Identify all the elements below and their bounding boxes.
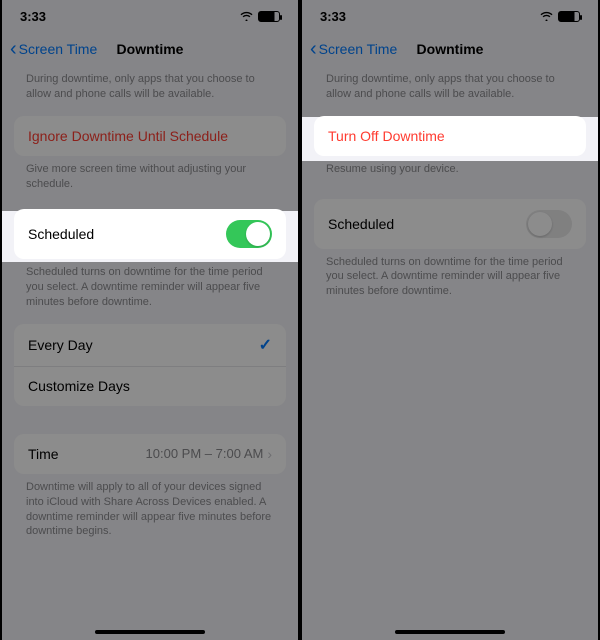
phone-right: 3:33 ‹ Screen Time Downtime During downt… <box>300 0 600 640</box>
home-indicator[interactable] <box>395 630 505 634</box>
turnoff-label: Turn Off Downtime <box>328 128 445 144</box>
scheduled-group: Scheduled <box>14 209 286 259</box>
chevron-left-icon: ‹ <box>10 39 17 59</box>
battery-icon <box>558 11 580 22</box>
scheduled-row: Scheduled <box>314 199 586 249</box>
ignore-label: Ignore Downtime Until Schedule <box>28 128 228 144</box>
time-footer: Downtime will apply to all of your devic… <box>2 474 298 543</box>
status-bar: 3:33 <box>302 0 598 32</box>
scheduled-toggle[interactable] <box>226 220 272 248</box>
check-icon: ✓ <box>259 335 272 355</box>
nav-bar: ‹ Screen Time Downtime <box>302 32 598 66</box>
chevron-left-icon: ‹ <box>310 39 317 59</box>
back-label: Screen Time <box>19 41 98 57</box>
wifi-icon <box>239 9 254 24</box>
battery-icon <box>258 11 280 22</box>
every-day-row[interactable]: Every Day ✓ <box>14 324 286 366</box>
time-value: 10:00 PM – 7:00 AM <box>146 446 264 461</box>
home-indicator[interactable] <box>95 630 205 634</box>
scheduled-label: Scheduled <box>328 216 394 232</box>
customize-days-row[interactable]: Customize Days <box>14 366 286 406</box>
back-button[interactable]: ‹ Screen Time <box>10 39 97 59</box>
scheduled-toggle[interactable] <box>526 210 572 238</box>
ignore-footer: Give more screen time without adjusting … <box>2 156 298 196</box>
scheduled-label: Scheduled <box>28 226 94 242</box>
scheduled-footer: Scheduled turns on downtime for the time… <box>2 259 298 314</box>
scheduled-footer: Scheduled turns on downtime for the time… <box>302 249 598 304</box>
time-label: Time <box>28 446 59 462</box>
back-label: Screen Time <box>319 41 398 57</box>
turnoff-group: Turn Off Downtime <box>314 116 586 156</box>
ignore-downtime-button[interactable]: Ignore Downtime Until Schedule <box>14 116 286 156</box>
turn-off-downtime-button[interactable]: Turn Off Downtime <box>314 116 586 156</box>
every-day-label: Every Day <box>28 337 93 353</box>
status-time: 3:33 <box>320 9 346 24</box>
nav-bar: ‹ Screen Time Downtime <box>2 32 298 66</box>
status-time: 3:33 <box>20 9 46 24</box>
turnoff-footer: Resume using your device. <box>302 156 598 181</box>
scheduled-row: Scheduled <box>14 209 286 259</box>
scheduled-group: Scheduled <box>314 199 586 249</box>
days-group: Every Day ✓ Customize Days <box>14 324 286 406</box>
intro-text: During downtime, only apps that you choo… <box>302 66 598 106</box>
back-button[interactable]: ‹ Screen Time <box>310 39 397 59</box>
time-row[interactable]: Time 10:00 PM – 7:00 AM › <box>14 434 286 474</box>
wifi-icon <box>539 9 554 24</box>
intro-text: During downtime, only apps that you choo… <box>2 66 298 106</box>
chevron-right-icon: › <box>267 446 272 462</box>
ignore-group: Ignore Downtime Until Schedule <box>14 116 286 156</box>
status-bar: 3:33 <box>2 0 298 32</box>
time-group: Time 10:00 PM – 7:00 AM › <box>14 434 286 474</box>
customize-label: Customize Days <box>28 378 130 394</box>
phone-left: 3:33 ‹ Screen Time Downtime During downt… <box>0 0 300 640</box>
